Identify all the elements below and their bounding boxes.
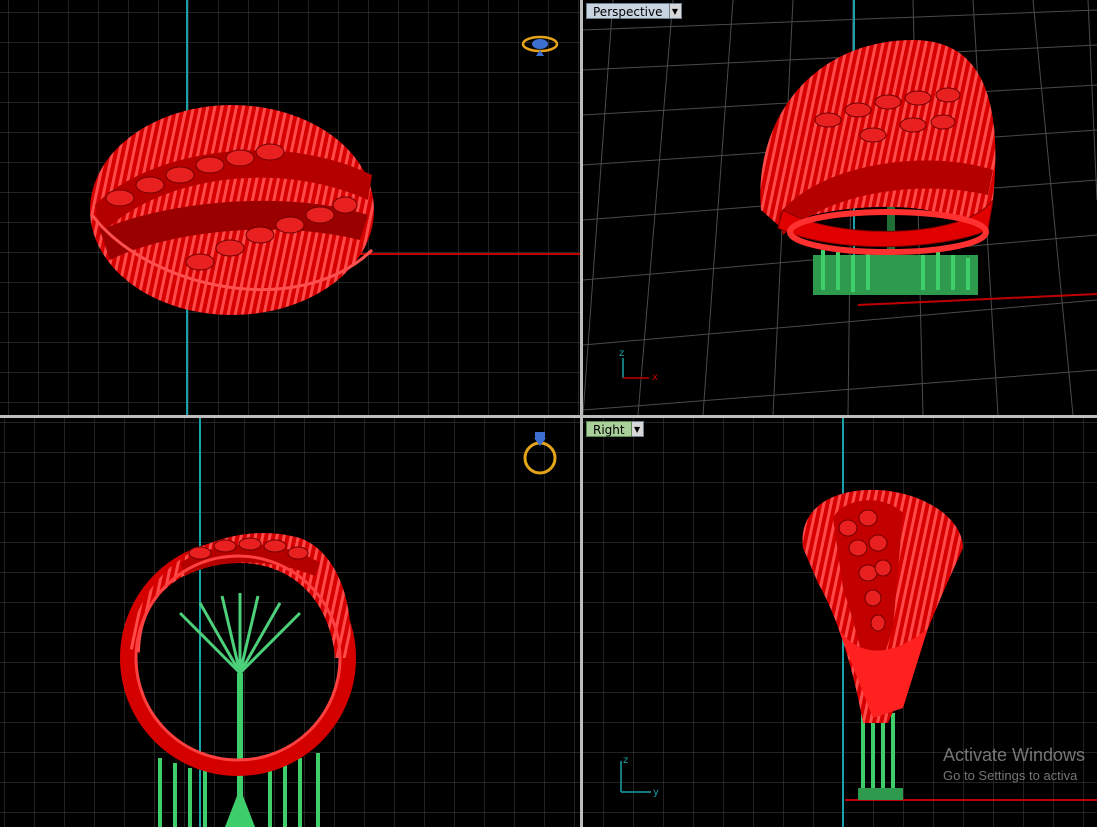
perspective-axis-widget: z x <box>619 348 658 383</box>
viewport-front-canvas <box>0 418 580 827</box>
viewport-top[interactable] <box>0 0 580 415</box>
viewport-perspective[interactable]: z x Perspective ▼ <box>583 0 1097 415</box>
axis-x-label: x <box>652 372 658 383</box>
viewport-right-canvas: z y <box>583 418 1097 827</box>
viewport-right-label[interactable]: Right ▼ <box>586 421 644 437</box>
chevron-down-icon[interactable]: ▼ <box>631 421 644 437</box>
viewport-front[interactable] <box>0 418 580 827</box>
viewport-top-canvas <box>0 0 580 415</box>
axis-z-label: z <box>623 755 628 766</box>
chevron-down-icon[interactable]: ▼ <box>669 3 682 19</box>
viewport-name[interactable]: Right <box>586 421 632 437</box>
viewport-perspective-label[interactable]: Perspective ▼ <box>586 3 682 19</box>
viewport-right[interactable]: z y Right ▼ <box>583 418 1097 827</box>
viewport-perspective-canvas: z x <box>583 0 1097 415</box>
axis-z-label: z <box>619 348 624 359</box>
viewport-frame: z x Perspective ▼ z y Right ▼ Activate W… <box>0 0 1097 827</box>
viewport-name[interactable]: Perspective <box>586 3 670 19</box>
axis-y-label: y <box>653 787 659 798</box>
